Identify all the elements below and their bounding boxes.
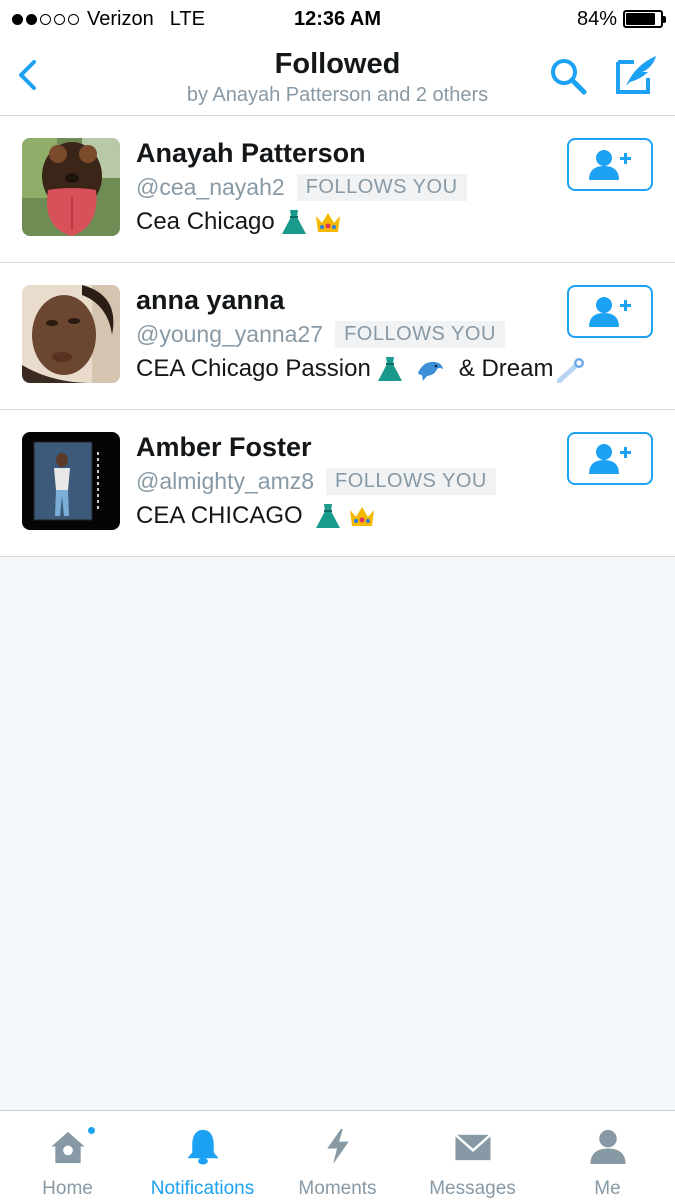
user-name[interactable]: anna yanna	[136, 285, 285, 316]
home-icon	[50, 1131, 85, 1164]
status-right: 84%	[576, 7, 666, 31]
follow-button[interactable]	[567, 285, 653, 338]
signal-strength-icon	[12, 13, 79, 25]
user-bio: Cea Chicago	[136, 208, 343, 236]
user-row[interactable]: Anayah Patterson @cea_nayah2 FOLLOWS YOU…	[0, 116, 675, 263]
bio-text: Cea Chicago	[136, 208, 275, 235]
bio-text: CEA Chicago Passion	[136, 355, 371, 382]
status-bar: Verizon LTE 12:36 AM 84%	[0, 0, 675, 38]
compose-tweet-icon[interactable]	[614, 54, 658, 96]
dolphin-emoji-icon	[417, 361, 443, 381]
tab-notifications[interactable]: Notifications	[135, 1111, 270, 1200]
avatar[interactable]	[22, 432, 120, 530]
add-user-icon	[589, 296, 631, 327]
tab-label: Me	[594, 1178, 621, 1199]
dress-emoji-icon	[315, 504, 340, 528]
tab-label: Notifications	[150, 1178, 255, 1199]
tab-label: Home	[42, 1178, 93, 1199]
follows-you-badge: FOLLOWS YOU	[335, 321, 505, 348]
bio-text: CEA CHICAGO	[136, 502, 303, 529]
comet-emoji-icon	[557, 358, 585, 383]
user-name[interactable]: Anayah Patterson	[136, 138, 366, 169]
home-new-indicator	[86, 1125, 97, 1136]
status-left: Verizon LTE	[12, 8, 205, 31]
avatar[interactable]	[22, 285, 120, 383]
follows-you-badge: FOLLOWS YOU	[326, 468, 496, 495]
person-icon	[589, 1129, 626, 1165]
envelope-icon	[454, 1133, 491, 1161]
user-row[interactable]: Amber Foster @almighty_amz8 FOLLOWS YOU …	[0, 410, 675, 557]
user-handle: @almighty_amz8	[136, 468, 315, 494]
avatar[interactable]	[22, 138, 120, 236]
add-user-icon	[589, 149, 631, 180]
search-icon[interactable]	[548, 56, 588, 96]
followed-users-list: Anayah Patterson @cea_nayah2 FOLLOWS YOU…	[0, 116, 675, 557]
user-bio: CEA Chicago Passion & Dream	[136, 355, 587, 383]
user-handle: @young_yanna27	[136, 321, 324, 347]
tab-me[interactable]: Me	[540, 1111, 675, 1200]
lightning-icon	[326, 1128, 349, 1165]
follow-button[interactable]	[567, 432, 653, 485]
handle-line: @young_yanna27 FOLLOWS YOU	[136, 321, 505, 348]
crown-emoji-icon	[315, 213, 340, 232]
user-bio: CEA CHICAGO	[136, 502, 377, 530]
follow-button[interactable]	[567, 138, 653, 191]
dress-emoji-icon	[377, 357, 402, 381]
bio-text-dream: & Dream	[458, 355, 554, 382]
user-name[interactable]: Amber Foster	[136, 432, 312, 463]
network-label: LTE	[169, 7, 205, 30]
navigation-header: Followed by Anayah Patterson and 2 other…	[0, 38, 675, 116]
handle-line: @cea_nayah2 FOLLOWS YOU	[136, 174, 467, 201]
user-row[interactable]: anna yanna @young_yanna27 FOLLOWS YOU CE…	[0, 263, 675, 410]
user-handle: @cea_nayah2	[136, 174, 285, 200]
bell-icon	[186, 1129, 219, 1165]
tab-bar: Home Notifications Moments Messages Me	[0, 1110, 675, 1200]
tab-home[interactable]: Home	[0, 1111, 135, 1200]
dress-emoji-icon	[281, 210, 306, 234]
follows-you-badge: FOLLOWS YOU	[296, 174, 467, 201]
add-user-icon	[589, 443, 631, 474]
handle-line: @almighty_amz8 FOLLOWS YOU	[136, 468, 496, 495]
battery-icon	[623, 10, 666, 28]
tab-moments[interactable]: Moments	[270, 1111, 405, 1200]
battery-percentage: 84%	[576, 7, 617, 30]
tab-label: Moments	[298, 1178, 377, 1199]
tab-label: Messages	[429, 1178, 516, 1199]
crown-emoji-icon	[349, 507, 374, 526]
tab-messages[interactable]: Messages	[405, 1111, 540, 1200]
carrier-label: Verizon	[87, 7, 154, 30]
